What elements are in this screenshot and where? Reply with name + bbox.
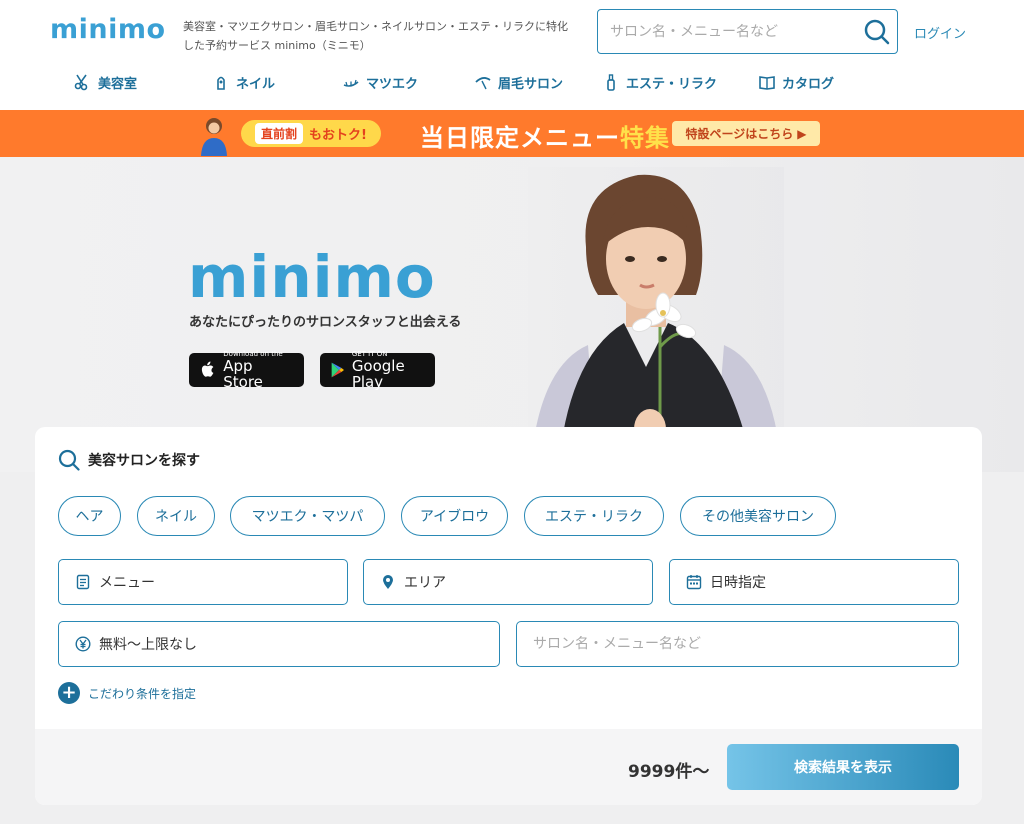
nav-item-eyelash[interactable]: マツエク xyxy=(342,68,418,96)
nav-item-eyebrow[interactable]: 眉毛サロン xyxy=(474,68,563,96)
panel-footer: 9999件〜 検索結果を表示 xyxy=(35,729,982,805)
nav-item-esthetic[interactable]: エステ・リラク xyxy=(602,68,717,96)
area-field[interactable]: エリア xyxy=(363,559,653,605)
hero-logo: minimo xyxy=(188,243,436,311)
more-conditions-label: こだわり条件を指定 xyxy=(88,686,197,701)
nav-label: エステ・リラク xyxy=(626,76,718,92)
calendar-icon xyxy=(686,575,702,590)
app-store-text: Download on the App Store xyxy=(223,350,294,390)
keyword-field xyxy=(516,621,959,667)
google-play-text: GET IT ON Google Play xyxy=(352,350,425,390)
category-nav: 美容室 ネイル マツエク 眉毛サロン エステ・リラク カタログ xyxy=(0,68,1024,96)
app-store-big: App Store xyxy=(223,357,263,391)
chip-esthetic[interactable]: エステ・リラク xyxy=(524,496,664,536)
promo-cta-label: 特設ページはこちら xyxy=(685,127,794,141)
login-link[interactable]: ログイン xyxy=(914,23,966,42)
book-icon xyxy=(759,76,775,90)
hero-catchcopy: あなたにぴったりのサロンスタッフと出会える xyxy=(189,315,462,330)
result-count: 9999件〜 xyxy=(628,762,710,782)
nav-label: マツエク xyxy=(366,76,419,92)
header-search xyxy=(597,9,898,54)
chip-eyebrow[interactable]: アイブロウ xyxy=(401,496,508,536)
chip-other[interactable]: その他美容サロン xyxy=(680,496,836,536)
google-play-icon xyxy=(331,362,344,378)
plus-icon: + xyxy=(58,682,80,704)
promo-title: 当日限定メニュー特集 ⚡ xyxy=(420,118,697,153)
bottle-icon xyxy=(607,74,615,91)
promo-cta-button[interactable]: 特設ページはこちら ▶ xyxy=(672,121,820,146)
panel-title-text: 美容サロンを探す xyxy=(88,453,200,469)
search-icon[interactable] xyxy=(863,18,891,46)
app-store-badge[interactable]: Download on the App Store xyxy=(189,350,304,390)
promo-banner[interactable]: 直前割 もおトク! 当日限定メニュー特集 ⚡ 特設ページはこちら ▶ xyxy=(0,110,1024,157)
promo-tag: 直前割 xyxy=(255,123,304,144)
eyelash-icon xyxy=(343,79,359,87)
search-icon xyxy=(58,449,80,471)
date-field-label: 日時指定 xyxy=(710,575,766,591)
site-tagline: 美容室・マツエクサロン・眉毛サロン・ネイルサロン・エステ・リラクに特化した予約サ… xyxy=(183,20,568,52)
scissors-icon xyxy=(74,74,88,91)
price-field-label: 無料〜上限なし xyxy=(99,637,197,653)
panel-title: 美容サロンを探す xyxy=(58,449,200,471)
nav-item-catalog[interactable]: カタログ xyxy=(758,68,834,96)
promo-title-highlight: 特集 xyxy=(620,124,670,152)
play-arrow-icon: ▶ xyxy=(797,126,807,141)
header-search-input[interactable] xyxy=(610,10,850,53)
chip-eyelash[interactable]: マツエク・マツパ xyxy=(230,496,385,536)
site-header: minimo 美容室・マツエクサロン・眉毛サロン・ネイルサロン・エステ・リラクに… xyxy=(0,0,1024,110)
google-play-big: Google Play xyxy=(351,357,405,391)
eyebrow-icon xyxy=(475,77,491,90)
google-play-badge[interactable]: GET IT ON Google Play xyxy=(320,350,435,390)
nav-label: 美容室 xyxy=(98,76,138,92)
apple-icon xyxy=(201,361,214,377)
nail-icon xyxy=(217,76,225,90)
nav-label: カタログ xyxy=(782,76,835,92)
nav-label: ネイル xyxy=(236,76,276,92)
salon-search-panel: 美容サロンを探す ヘア ネイル マツエク・マツパ アイブロウ エステ・リラク そ… xyxy=(35,427,982,805)
chip-hair[interactable]: ヘア xyxy=(58,496,121,536)
menu-icon xyxy=(76,574,90,590)
area-field-label: エリア xyxy=(404,575,446,591)
date-field[interactable]: 日時指定 xyxy=(669,559,959,605)
price-field[interactable]: 無料〜上限なし xyxy=(58,621,500,667)
promo-pill-text: もおトク! xyxy=(309,128,367,143)
nav-item-beauty-salon[interactable]: 美容室 xyxy=(74,68,137,96)
menu-field-label: メニュー xyxy=(99,575,155,591)
keyword-input[interactable] xyxy=(533,636,916,652)
show-results-button[interactable]: 検索結果を表示 xyxy=(727,744,959,790)
more-conditions-link[interactable]: + こだわり条件を指定 xyxy=(58,682,196,704)
site-logo[interactable]: minimo xyxy=(50,14,166,45)
nav-label: 眉毛サロン xyxy=(498,76,564,92)
chip-nail[interactable]: ネイル xyxy=(137,496,215,536)
promo-title-main: 当日限定メニュー xyxy=(420,124,620,152)
nav-item-nail[interactable]: ネイル xyxy=(212,68,275,96)
location-pin-icon xyxy=(383,575,393,589)
yen-icon xyxy=(75,636,91,652)
promo-pill: 直前割 もおトク! xyxy=(241,120,381,147)
menu-field[interactable]: メニュー xyxy=(58,559,348,605)
hero-section: minimo あなたにぴったりのサロンスタッフと出会える Download on… xyxy=(0,157,1024,472)
promo-person-illustration xyxy=(201,118,227,156)
